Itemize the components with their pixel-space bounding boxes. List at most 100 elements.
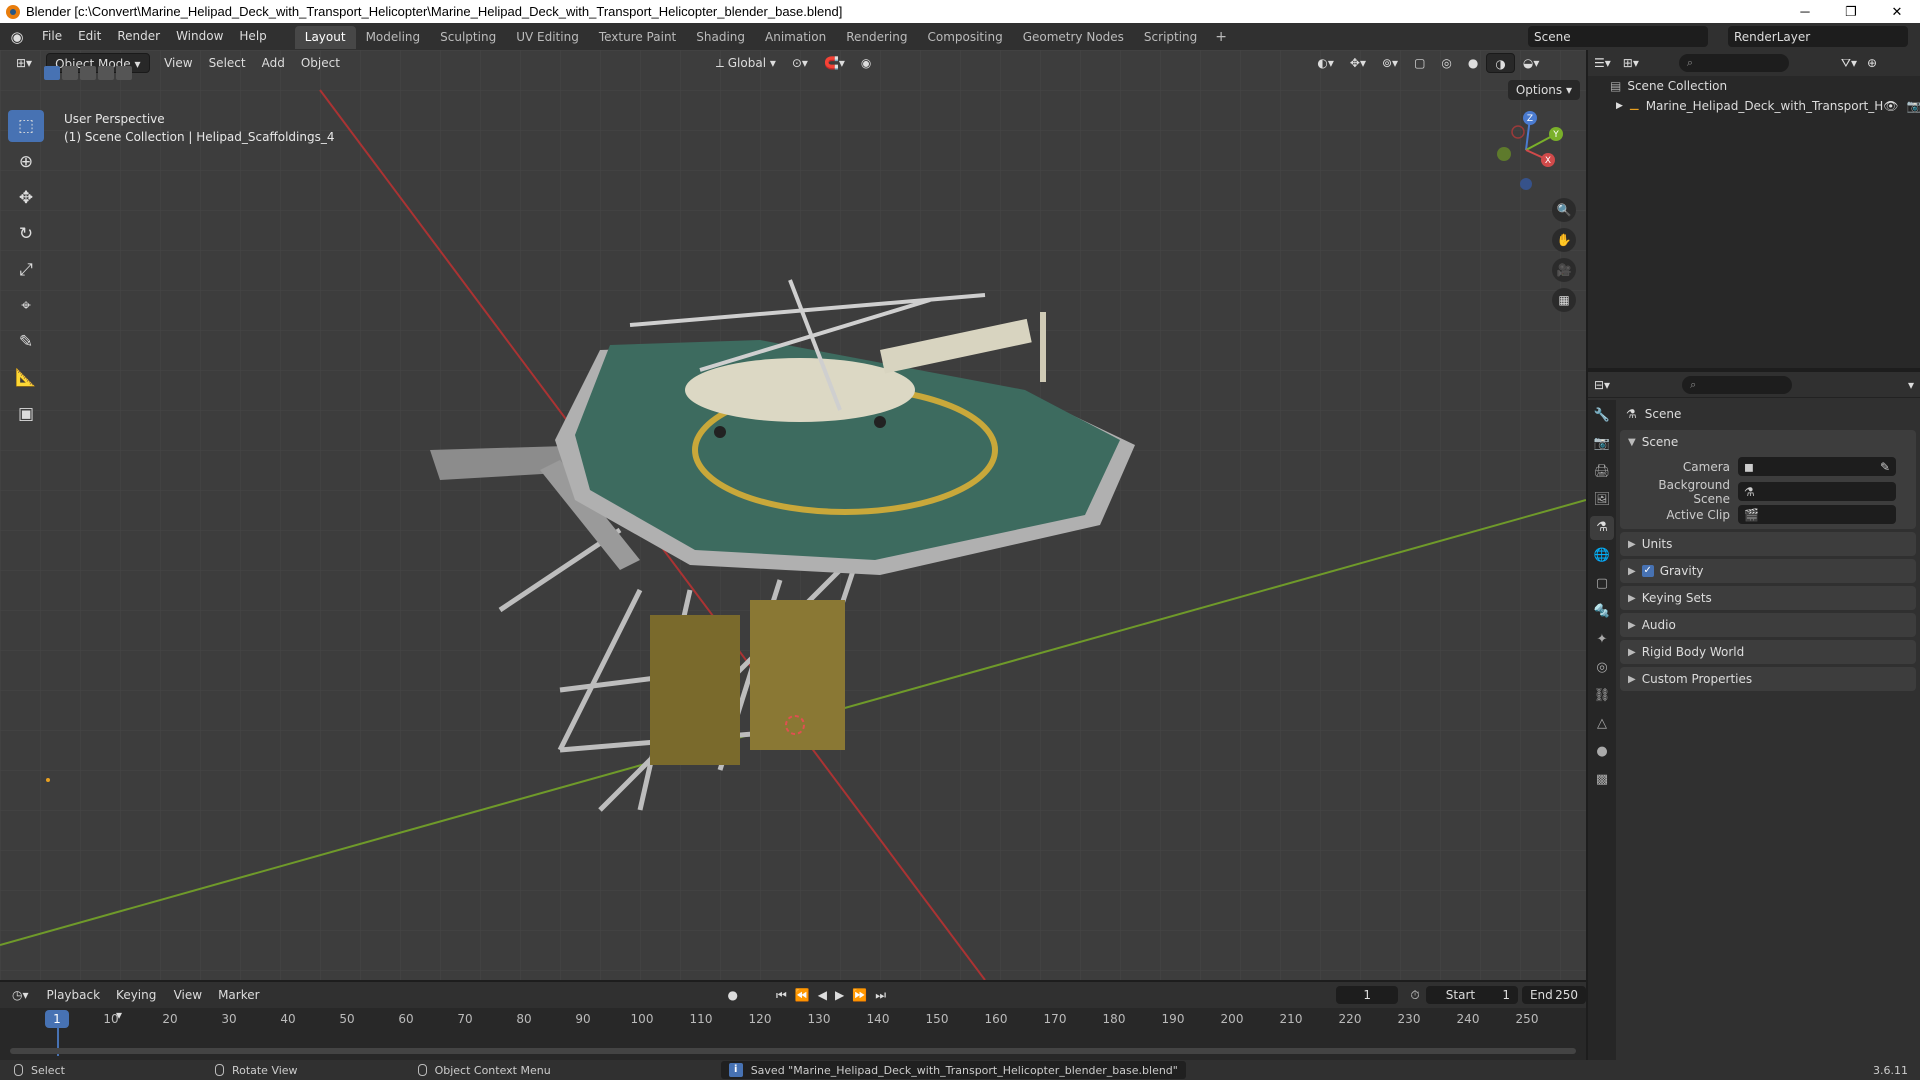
select-new-icon[interactable] [44, 66, 60, 80]
cursor-tool-icon[interactable]: ⊕ [8, 146, 44, 178]
record-icon[interactable]: ● [728, 988, 738, 1002]
units-panel[interactable]: ▶ Units [1620, 532, 1916, 556]
object-tab-icon[interactable]: ▢ [1590, 572, 1614, 596]
menu-file[interactable]: File [34, 23, 70, 50]
shading-wireframe-icon[interactable]: ◎ [1433, 53, 1459, 73]
start-frame-field[interactable]: Start 1 [1425, 986, 1518, 1004]
tab-shading[interactable]: Shading [686, 26, 755, 49]
overlay-toggle-icon[interactable]: ⊚▾ [1374, 53, 1406, 73]
timeline-menu-keying[interactable]: Keying ▾ [108, 985, 166, 1022]
scene-panel-header[interactable]: ▼ Scene [1620, 430, 1916, 454]
outliner-search-input[interactable]: ⌕ [1678, 54, 1789, 72]
keying-sets-panel[interactable]: ▶ Keying Sets [1620, 586, 1916, 610]
navigation-gizmo[interactable]: Z Y X [1486, 110, 1566, 190]
render-tab-icon[interactable]: 📷 [1590, 432, 1614, 456]
3d-viewport[interactable]: ⊞▾ Object Mode ▾ View Select Add Object … [0, 50, 1586, 980]
transform-orientation-dropdown[interactable]: ⟂ Global ▾ [708, 53, 784, 73]
jump-keyframe-back-icon[interactable]: ⏪ [795, 988, 810, 1002]
new-collection-icon[interactable]: ⊕ [1867, 56, 1877, 70]
rigid-body-world-panel[interactable]: ▶ Rigid Body World [1620, 640, 1916, 664]
menu-edit[interactable]: Edit [70, 23, 109, 50]
outliner-display-icon[interactable]: ⊞▾ [1623, 56, 1639, 70]
minimize-icon[interactable]: ─ [1782, 0, 1828, 23]
viewport-menu-object[interactable]: Object [293, 53, 348, 73]
gravity-panel[interactable]: ▶ ✓ Gravity [1620, 559, 1916, 583]
tab-modeling[interactable]: Modeling [356, 26, 431, 49]
stopwatch-icon[interactable]: ⏱ [1410, 988, 1419, 1003]
scene-tab-icon[interactable]: ⚗ [1590, 516, 1614, 540]
tool-tab-icon[interactable]: 🔧 [1590, 404, 1614, 428]
gizmo-toggle-icon[interactable]: ✥▾ [1342, 53, 1374, 73]
end-frame-field[interactable]: End 250 [1521, 986, 1586, 1004]
options-dropdown[interactable]: Options ▾ [1507, 80, 1580, 100]
zoom-icon[interactable]: 🔍 [1552, 198, 1576, 222]
shading-solid-icon[interactable]: ● [1460, 53, 1486, 73]
expand-arrow-icon[interactable]: ▶ [1616, 96, 1623, 116]
jump-start-icon[interactable]: ⏮ [776, 988, 787, 1003]
editor-type-button[interactable]: ⊞▾ [8, 53, 40, 73]
scene-selector[interactable]: Scene [1528, 26, 1708, 47]
properties-options-icon[interactable]: ▾ [1908, 378, 1914, 392]
measure-tool-icon[interactable]: 📐 [8, 362, 44, 394]
timeline-menu-view[interactable]: View [166, 985, 210, 1005]
active-clip-field[interactable]: 🎬 [1738, 505, 1896, 524]
gravity-checkbox[interactable]: ✓ [1641, 565, 1654, 577]
viewport-menu-view[interactable]: View [156, 53, 200, 73]
render-camera-icon[interactable]: 📷 [1907, 96, 1920, 116]
tab-texture-paint[interactable]: Texture Paint [589, 26, 686, 49]
select-box-tool-icon[interactable]: ⬚ [8, 110, 44, 142]
data-tab-icon[interactable]: △ [1590, 712, 1614, 736]
background-scene-field[interactable]: ⚗ [1738, 482, 1896, 501]
add-workspace-button[interactable]: + [1207, 29, 1235, 45]
pivot-point-icon[interactable]: ⊙▾ [784, 53, 816, 73]
select-subtract-icon[interactable] [80, 66, 96, 80]
scene-collection-row[interactable]: ▤ Scene Collection [1588, 76, 1920, 96]
menu-window[interactable]: Window [168, 23, 231, 50]
shading-material-icon[interactable]: ◑ [1486, 53, 1515, 73]
rotate-tool-icon[interactable]: ↻ [8, 218, 44, 250]
scale-tool-icon[interactable]: ⤢ [8, 254, 44, 286]
menu-help[interactable]: Help [231, 23, 274, 50]
proportional-edit-icon[interactable]: ◉ [853, 53, 879, 73]
tab-uv-editing[interactable]: UV Editing [506, 26, 589, 49]
snap-icon[interactable]: 🧲▾ [816, 53, 853, 73]
viewport-menu-select[interactable]: Select [201, 53, 254, 73]
current-frame-field[interactable]: 1 [1336, 986, 1399, 1004]
menu-render[interactable]: Render [109, 23, 168, 50]
texture-tab-icon[interactable]: ▩ [1590, 768, 1614, 792]
timeline-ruler[interactable]: 10 20 30 40 50 60 70 80 90 100 110 120 1… [0, 1010, 1586, 1030]
play-reverse-icon[interactable]: ◀ [818, 988, 827, 1002]
timeline-menu-marker[interactable]: Marker [210, 985, 267, 1005]
view-layer-tab-icon[interactable]: 🖼 [1590, 488, 1614, 512]
select-invert-icon[interactable] [98, 66, 114, 80]
tab-rendering[interactable]: Rendering [836, 26, 917, 49]
maximize-icon[interactable]: ❐ [1828, 0, 1874, 23]
perspective-toggle-icon[interactable]: ▦ [1552, 288, 1576, 312]
playhead[interactable]: 1 [45, 1010, 69, 1028]
outliner-editor-icon[interactable]: ☰▾ [1594, 56, 1611, 70]
tab-compositing[interactable]: Compositing [917, 26, 1012, 49]
outliner-item-row[interactable]: ▶ ⚊ Marine_Helipad_Deck_with_Transport_H… [1588, 96, 1920, 116]
tab-scripting[interactable]: Scripting [1134, 26, 1207, 49]
move-tool-icon[interactable]: ✥ [8, 182, 44, 214]
tab-sculpting[interactable]: Sculpting [430, 26, 506, 49]
physics-tab-icon[interactable]: ◎ [1590, 656, 1614, 680]
tab-animation[interactable]: Animation [755, 26, 836, 49]
properties-search-input[interactable]: ⌕ [1682, 375, 1793, 394]
add-cube-tool-icon[interactable]: ▣ [8, 398, 44, 430]
shading-rendered-icon[interactable]: ◒▾ [1515, 53, 1548, 73]
particles-tab-icon[interactable]: ✦ [1590, 628, 1614, 652]
jump-keyframe-forward-icon[interactable]: ⏩ [852, 988, 867, 1002]
output-tab-icon[interactable]: 🖨 [1590, 460, 1614, 484]
camera-field[interactable]: ◼ ✎ [1738, 457, 1896, 476]
tab-layout[interactable]: Layout [294, 26, 356, 49]
camera-view-icon[interactable]: 🎥 [1552, 258, 1576, 282]
material-tab-icon[interactable]: ● [1590, 740, 1614, 764]
transform-tool-icon[interactable]: ⌖ [8, 290, 44, 322]
render-layer-selector[interactable]: RenderLayer [1728, 26, 1908, 47]
eyedropper-icon[interactable]: ✎ [1880, 460, 1890, 474]
audio-panel[interactable]: ▶ Audio [1620, 613, 1916, 637]
pan-hand-icon[interactable]: ✋ [1552, 228, 1576, 252]
blender-logo-icon[interactable]: ◉ [0, 23, 34, 50]
custom-properties-panel[interactable]: ▶ Custom Properties [1620, 667, 1916, 691]
